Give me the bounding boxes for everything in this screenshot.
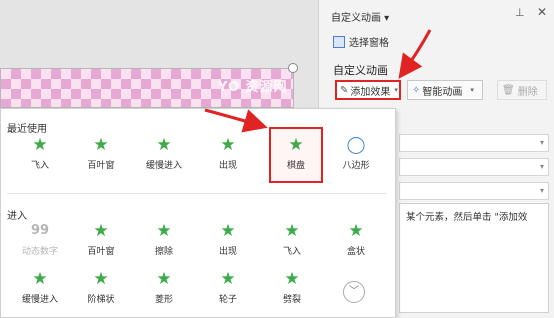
gallery-expand-button[interactable]: ﹀ [343,281,365,303]
effect-fly-in[interactable]: ★ 飞入 [264,219,320,263]
effect-diamond[interactable]: ★ 菱形 [136,267,192,311]
fly-in-icon: ★ [284,221,300,241]
add-effect-button[interactable]: ✎ 添加效果 ▾ [335,80,401,100]
checkerboard-icon: ★ [288,135,304,155]
add-effect-gallery: 最近使用 ★ 飞入 ★ 百叶窗 ★ 缓慢进入 ★ 出现 ★ 棋盘 ◯ 八边形 进… [0,108,396,318]
delete-button[interactable]: 🗑 删除 [497,80,547,100]
trash-icon: 🗑 [502,84,515,96]
pin-icon[interactable]: ⊥ [515,6,525,19]
appear-icon: ★ [220,221,236,241]
selection-pane-icon [333,35,345,48]
dynamic-number-icon: 99 [30,223,50,238]
box-icon: ★ [348,221,364,241]
start-select[interactable]: ▾ [399,134,549,152]
effect-slow-enter[interactable]: ★ 缓慢进入 [136,133,192,177]
effect-wheel[interactable]: ★ 轮子 [200,267,256,311]
chevron-down-icon: ﹀ [349,286,359,297]
effect-appear[interactable]: ★ 出现 [200,133,256,177]
effect-box[interactable]: ★ 盒状 [328,219,384,263]
selection-pane-button[interactable]: 选择窗格 [333,34,389,49]
effect-octagon[interactable]: ◯ 八边形 [328,133,384,177]
octagon-icon: ◯ [346,135,366,155]
chevron-down-icon: ▾ [539,162,544,171]
wipe-icon: ★ [156,221,172,241]
blinds-icon: ★ [93,221,109,241]
effect-fly-in[interactable]: ★ 飞入 [12,133,68,177]
effect-blinds[interactable]: ★ 百叶窗 [73,219,129,263]
appear-icon: ★ [220,135,236,155]
smart-animation-icon: ✧ [412,84,421,96]
fly-in-icon: ★ [32,135,48,155]
speed-select[interactable]: ▾ [399,182,549,200]
slow-enter-icon: ★ [156,135,172,155]
pane-title[interactable]: 自定义动画 ▾ [331,9,389,24]
animation-list[interactable]: 某个元素，然后单击 "添加效 [399,203,549,313]
close-icon[interactable]: ✕ [537,5,547,19]
effect-slow-enter[interactable]: ★ 缓慢进入 [12,267,68,311]
effect-split[interactable]: ★ 劈裂 [264,267,320,311]
section-title: 自定义动画 [333,64,388,77]
resize-handle[interactable] [288,63,298,73]
blinds-icon: ★ [93,135,109,155]
effect-blinds[interactable]: ★ 百叶窗 [73,133,129,177]
effect-dynamic-number[interactable]: 99 动态数字 [12,219,68,263]
divider [7,193,387,194]
hint-text: 某个元素，然后单击 "添加效 [406,212,528,223]
smart-animation-button[interactable]: ✧ 智能动画 ▾ [407,80,483,100]
effect-wipe[interactable]: ★ 擦除 [136,219,192,263]
chevron-down-icon: ▾ [394,86,398,94]
split-icon: ★ [284,269,300,289]
chevron-down-icon: ▾ [470,86,474,94]
effect-appear[interactable]: ★ 出现 [200,219,256,263]
stairs-icon: ★ [93,269,109,289]
property-select[interactable]: ▾ [399,158,549,176]
watermark: YO 资源网 [218,80,288,95]
effect-checkerboard[interactable]: ★ 棋盘 [269,127,323,183]
diamond-icon: ★ [156,269,172,289]
wheel-icon: ★ [220,269,236,289]
chevron-down-icon: ▾ [539,186,544,195]
chevron-down-icon: ▾ [539,138,544,147]
effect-stairs[interactable]: ★ 阶梯状 [73,267,129,311]
pencil-icon: ✎ [340,84,349,96]
slow-enter-icon: ★ [32,269,48,289]
